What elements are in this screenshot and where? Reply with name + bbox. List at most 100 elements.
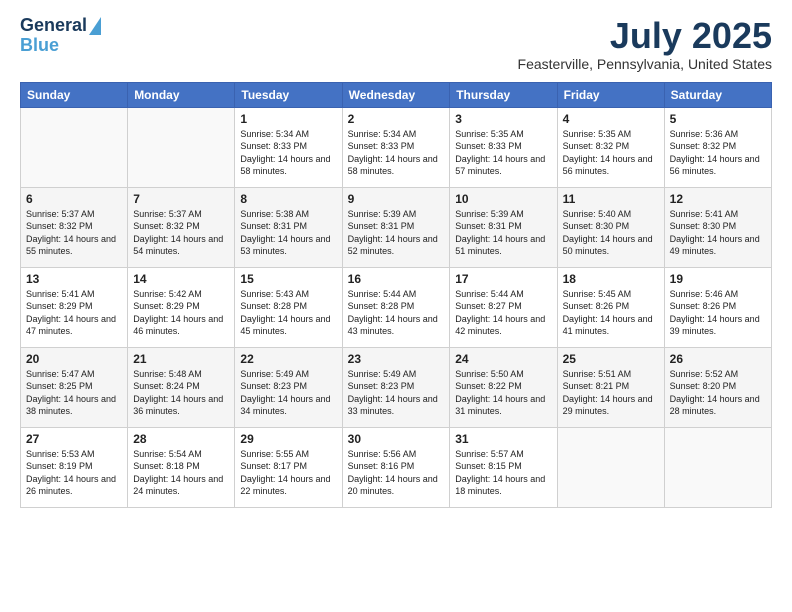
- day-number: 28: [133, 432, 229, 446]
- table-row: [557, 427, 664, 507]
- day-number: 2: [348, 112, 445, 126]
- location: Feasterville, Pennsylvania, United State…: [518, 56, 772, 72]
- day-info: Sunrise: 5:55 AM Sunset: 8:17 PM Dayligh…: [240, 448, 336, 498]
- day-info: Sunrise: 5:54 AM Sunset: 8:18 PM Dayligh…: [133, 448, 229, 498]
- week-row-4: 27 Sunrise: 5:53 AM Sunset: 8:19 PM Dayli…: [21, 427, 772, 507]
- day-info: Sunrise: 5:57 AM Sunset: 8:15 PM Dayligh…: [455, 448, 551, 498]
- day-number: 21: [133, 352, 229, 366]
- table-row: 5Sunrise: 5:36 AM Sunset: 8:32 PM Daylig…: [664, 107, 771, 187]
- logo-triangle-icon: [89, 17, 101, 35]
- table-row: 18Sunrise: 5:45 AM Sunset: 8:26 PM Dayli…: [557, 267, 664, 347]
- day-info: Sunrise: 5:39 AM Sunset: 8:31 PM Dayligh…: [455, 208, 551, 258]
- day-number: 24: [455, 352, 551, 366]
- table-row: 24Sunrise: 5:50 AM Sunset: 8:22 PM Dayli…: [450, 347, 557, 427]
- day-info: Sunrise: 5:40 AM Sunset: 8:30 PM Dayligh…: [563, 208, 659, 258]
- day-info: Sunrise: 5:47 AM Sunset: 8:25 PM Dayligh…: [26, 368, 122, 418]
- day-info: Sunrise: 5:56 AM Sunset: 8:16 PM Dayligh…: [348, 448, 445, 498]
- day-info: Sunrise: 5:38 AM Sunset: 8:31 PM Dayligh…: [240, 208, 336, 258]
- col-wednesday: Wednesday: [342, 82, 450, 107]
- day-number: 29: [240, 432, 336, 446]
- table-row: 17 Sunrise: 5:44 AM Sunset: 8:27 PM Dayli…: [450, 267, 557, 347]
- day-info: Sunrise: 5:36 AM Sunset: 8:32 PM Dayligh…: [670, 128, 766, 178]
- table-row: 26Sunrise: 5:52 AM Sunset: 8:20 PM Dayli…: [664, 347, 771, 427]
- table-row: 2Sunrise: 5:34 AM Sunset: 8:33 PM Daylig…: [342, 107, 450, 187]
- day-number: 12: [670, 192, 766, 206]
- day-info: Sunrise: 5:51 AM Sunset: 8:21 PM Dayligh…: [563, 368, 659, 418]
- table-row: 21 Sunrise: 5:48 AM Sunset: 8:24 PM Dayli…: [128, 347, 235, 427]
- table-row: 11 Sunrise: 5:40 AM Sunset: 8:30 PM Dayli…: [557, 187, 664, 267]
- table-row: 1Sunrise: 5:34 AM Sunset: 8:33 PM Daylig…: [235, 107, 342, 187]
- table-row: 10 Sunrise: 5:39 AM Sunset: 8:31 PM Dayli…: [450, 187, 557, 267]
- page: General Blue July 2025 Feasterville, Pen…: [0, 0, 792, 612]
- day-number: 20: [26, 352, 122, 366]
- day-info: Sunrise: 5:41 AM Sunset: 8:30 PM Dayligh…: [670, 208, 766, 258]
- logo-line1: General: [20, 16, 101, 36]
- table-row: 19 Sunrise: 5:46 AM Sunset: 8:26 PM Dayli…: [664, 267, 771, 347]
- day-info: Sunrise: 5:37 AM Sunset: 8:32 PM Dayligh…: [26, 208, 122, 258]
- calendar-table: Sunday Monday Tuesday Wednesday Thursday…: [20, 82, 772, 508]
- table-row: 6 Sunrise: 5:37 AM Sunset: 8:32 PM Daylig…: [21, 187, 128, 267]
- day-info: Sunrise: 5:35 AM Sunset: 8:33 PM Dayligh…: [455, 128, 551, 178]
- day-number: 11: [563, 192, 659, 206]
- day-number: 14: [133, 272, 229, 286]
- day-info: Sunrise: 5:39 AM Sunset: 8:31 PM Dayligh…: [348, 208, 445, 258]
- logo-name-blue: Blue: [20, 36, 59, 56]
- day-info: Sunrise: 5:46 AM Sunset: 8:26 PM Dayligh…: [670, 288, 766, 338]
- table-row: 8 Sunrise: 5:38 AM Sunset: 8:31 PM Daylig…: [235, 187, 342, 267]
- header: General Blue July 2025 Feasterville, Pen…: [20, 16, 772, 72]
- table-row: [21, 107, 128, 187]
- day-info: Sunrise: 5:44 AM Sunset: 8:28 PM Dayligh…: [348, 288, 445, 338]
- day-info: Sunrise: 5:34 AM Sunset: 8:33 PM Dayligh…: [240, 128, 336, 178]
- day-number: 17: [455, 272, 551, 286]
- day-number: 19: [670, 272, 766, 286]
- table-row: 15 Sunrise: 5:43 AM Sunset: 8:28 PM Dayli…: [235, 267, 342, 347]
- day-number: 3: [455, 112, 551, 126]
- day-number: 16: [348, 272, 445, 286]
- col-tuesday: Tuesday: [235, 82, 342, 107]
- day-info: Sunrise: 5:41 AM Sunset: 8:29 PM Dayligh…: [26, 288, 122, 338]
- table-row: 16 Sunrise: 5:44 AM Sunset: 8:28 PM Dayli…: [342, 267, 450, 347]
- week-row-1: 6 Sunrise: 5:37 AM Sunset: 8:32 PM Daylig…: [21, 187, 772, 267]
- day-number: 4: [563, 112, 659, 126]
- day-number: 10: [455, 192, 551, 206]
- logo-line2: Blue: [20, 36, 59, 56]
- week-row-2: 13 Sunrise: 5:41 AM Sunset: 8:29 PM Dayli…: [21, 267, 772, 347]
- table-row: 25 Sunrise: 5:51 AM Sunset: 8:21 PM Dayli…: [557, 347, 664, 427]
- header-row: Sunday Monday Tuesday Wednesday Thursday…: [21, 82, 772, 107]
- day-info: Sunrise: 5:49 AM Sunset: 8:23 PM Dayligh…: [240, 368, 336, 418]
- day-number: 31: [455, 432, 551, 446]
- table-row: 14 Sunrise: 5:42 AM Sunset: 8:29 PM Dayli…: [128, 267, 235, 347]
- table-row: 13 Sunrise: 5:41 AM Sunset: 8:29 PM Dayli…: [21, 267, 128, 347]
- day-number: 15: [240, 272, 336, 286]
- day-info: Sunrise: 5:43 AM Sunset: 8:28 PM Dayligh…: [240, 288, 336, 338]
- logo: General Blue: [20, 16, 101, 56]
- day-number: 13: [26, 272, 122, 286]
- table-row: 27 Sunrise: 5:53 AM Sunset: 8:19 PM Dayli…: [21, 427, 128, 507]
- day-number: 18: [563, 272, 659, 286]
- col-thursday: Thursday: [450, 82, 557, 107]
- day-number: 30: [348, 432, 445, 446]
- col-sunday: Sunday: [21, 82, 128, 107]
- day-info: Sunrise: 5:37 AM Sunset: 8:32 PM Dayligh…: [133, 208, 229, 258]
- day-number: 6: [26, 192, 122, 206]
- day-info: Sunrise: 5:49 AM Sunset: 8:23 PM Dayligh…: [348, 368, 445, 418]
- table-row: 9 Sunrise: 5:39 AM Sunset: 8:31 PM Daylig…: [342, 187, 450, 267]
- day-info: Sunrise: 5:48 AM Sunset: 8:24 PM Dayligh…: [133, 368, 229, 418]
- week-row-0: 1Sunrise: 5:34 AM Sunset: 8:33 PM Daylig…: [21, 107, 772, 187]
- day-info: Sunrise: 5:53 AM Sunset: 8:19 PM Dayligh…: [26, 448, 122, 498]
- table-row: 20 Sunrise: 5:47 AM Sunset: 8:25 PM Dayli…: [21, 347, 128, 427]
- day-info: Sunrise: 5:44 AM Sunset: 8:27 PM Dayligh…: [455, 288, 551, 338]
- day-number: 9: [348, 192, 445, 206]
- day-number: 22: [240, 352, 336, 366]
- col-monday: Monday: [128, 82, 235, 107]
- day-info: Sunrise: 5:42 AM Sunset: 8:29 PM Dayligh…: [133, 288, 229, 338]
- day-number: 27: [26, 432, 122, 446]
- table-row: 29 Sunrise: 5:55 AM Sunset: 8:17 PM Dayli…: [235, 427, 342, 507]
- table-row: 7 Sunrise: 5:37 AM Sunset: 8:32 PM Daylig…: [128, 187, 235, 267]
- table-row: 12 Sunrise: 5:41 AM Sunset: 8:30 PM Dayli…: [664, 187, 771, 267]
- day-number: 7: [133, 192, 229, 206]
- day-number: 25: [563, 352, 659, 366]
- table-row: [664, 427, 771, 507]
- day-number: 23: [348, 352, 445, 366]
- day-number: 8: [240, 192, 336, 206]
